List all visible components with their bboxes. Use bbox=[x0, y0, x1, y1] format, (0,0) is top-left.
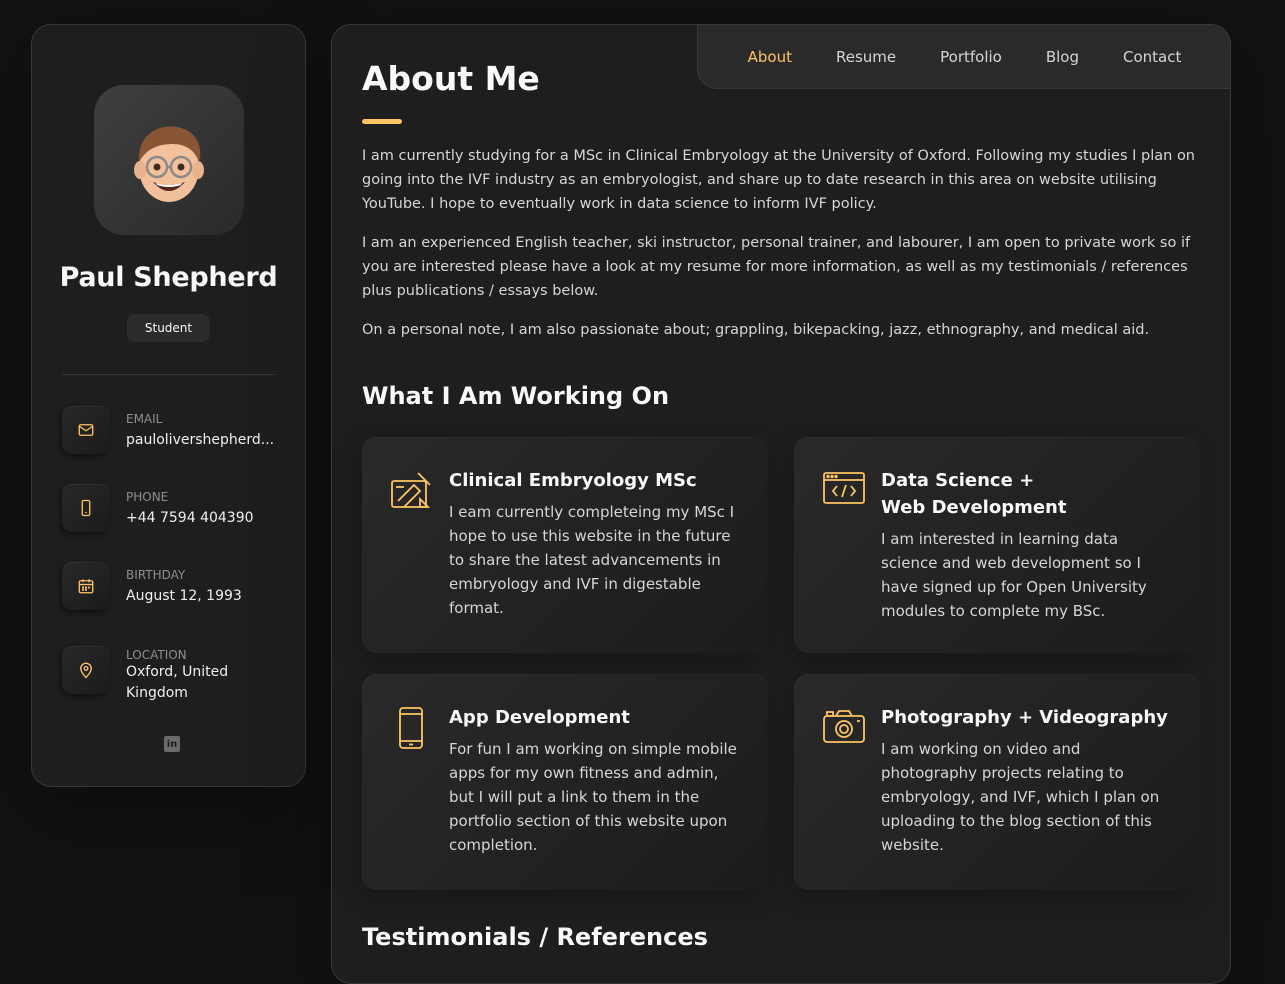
contact-phone: Phone +44 7594 404390 bbox=[62, 484, 282, 534]
service-card-photography: Photography + Videography I am working o… bbox=[794, 674, 1200, 890]
calendar-icon bbox=[62, 562, 110, 610]
working-on-heading: What I Am Working On bbox=[362, 382, 670, 410]
about-paragraph-3: On a personal note, I am also passionate… bbox=[362, 322, 1150, 338]
service-title: Photography + Videography bbox=[881, 707, 1168, 728]
service-title: Data Science + Web Development bbox=[881, 470, 1067, 518]
service-text: I am working on video and photography pr… bbox=[881, 740, 1160, 854]
contact-location-label: Location bbox=[126, 648, 187, 662]
profile-title-badge: Student bbox=[127, 314, 210, 342]
sidebar-separator bbox=[62, 374, 275, 375]
sidebar: Paul Shepherd Student Email pauloliversh… bbox=[31, 24, 306, 787]
about-paragraph-1: I am currently studying for a MSc in Cli… bbox=[362, 148, 1195, 212]
service-title: Clinical Embryology MSc bbox=[449, 470, 697, 491]
title-underline bbox=[362, 119, 402, 124]
contact-birthday: Birthday August 12, 1993 bbox=[62, 562, 282, 612]
memoji-avatar-icon bbox=[134, 126, 204, 202]
main-article: About Resume Portfolio Blog Contact Abou… bbox=[331, 24, 1231, 984]
code-window-icon bbox=[822, 469, 866, 513]
phone-icon bbox=[62, 484, 110, 532]
navbar: About Resume Portfolio Blog Contact bbox=[697, 25, 1230, 89]
profile-name: Paul Shepherd bbox=[59, 262, 278, 293]
contact-location-value: Oxford, United Kingdom bbox=[126, 664, 229, 701]
contact-email-label: Email bbox=[126, 412, 163, 426]
contact-birthday-label: Birthday bbox=[126, 568, 186, 582]
linkedin-icon[interactable]: in bbox=[164, 736, 180, 752]
service-text: I eam currently completeing my MSc I hop… bbox=[449, 503, 735, 617]
service-text: For fun I am working on simple mobile ap… bbox=[449, 740, 737, 854]
contact-email-value[interactable]: paulolivershepherd... bbox=[126, 432, 276, 448]
avatar bbox=[94, 85, 244, 235]
mail-icon bbox=[62, 406, 110, 454]
service-card-data-science: Data Science + Web Development I am inte… bbox=[794, 437, 1200, 653]
nav-blog[interactable]: Blog bbox=[1024, 48, 1101, 66]
about-paragraph-2: I am an experienced English teacher, ski… bbox=[362, 235, 1191, 299]
nav-about[interactable]: About bbox=[726, 48, 814, 66]
nav-portfolio[interactable]: Portfolio bbox=[918, 48, 1024, 66]
testimonials-heading: Testimonials / References bbox=[362, 923, 708, 951]
contact-location: Location Oxford, United Kingdom bbox=[62, 646, 282, 701]
design-icon bbox=[390, 469, 434, 513]
service-card-embryology: Clinical Embryology MSc I eam currently … bbox=[362, 437, 768, 653]
camera-icon bbox=[822, 706, 866, 750]
nav-contact[interactable]: Contact bbox=[1101, 48, 1203, 66]
nav-resume[interactable]: Resume bbox=[814, 48, 918, 66]
mobile-icon bbox=[390, 706, 434, 750]
service-text: I am interested in learning data science… bbox=[881, 530, 1147, 620]
location-pin-icon bbox=[62, 646, 110, 694]
contact-phone-value[interactable]: +44 7594 404390 bbox=[126, 510, 276, 526]
service-title: App Development bbox=[449, 707, 630, 728]
contact-birthday-value: August 12, 1993 bbox=[126, 588, 242, 604]
contact-email: Email paulolivershepherd... bbox=[62, 406, 282, 456]
page-title: About Me bbox=[362, 59, 540, 98]
contact-phone-label: Phone bbox=[126, 490, 169, 504]
service-card-app-dev: App Development For fun I am working on … bbox=[362, 674, 768, 890]
